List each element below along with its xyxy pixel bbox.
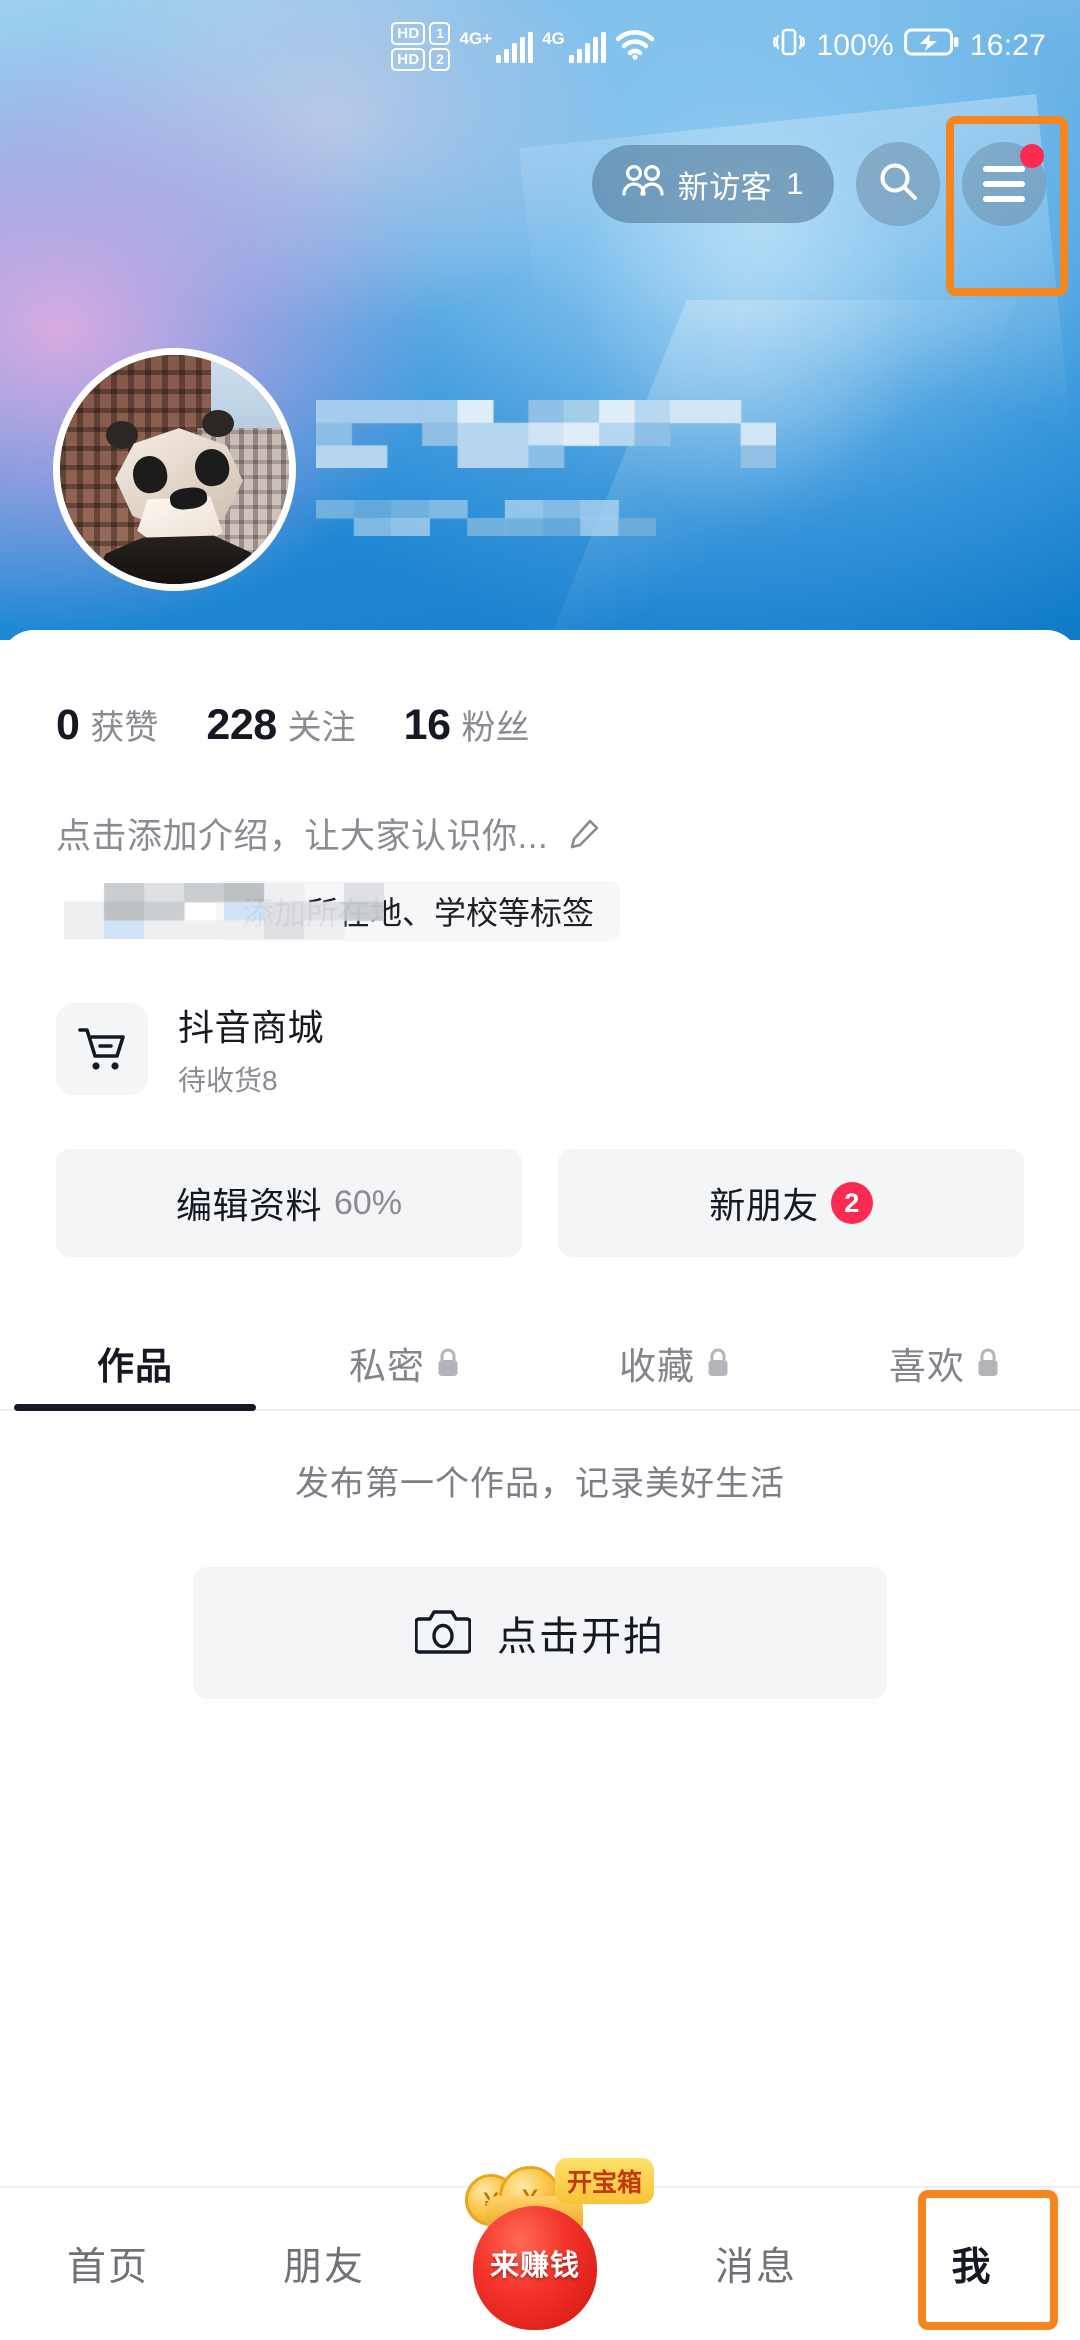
stat-followers[interactable]: 16 粉丝 [404,700,530,750]
battery-charging-icon [904,26,960,66]
new-visitor-count: 1 [786,166,804,202]
stat-followers-label: 粉丝 [462,700,530,749]
profile-top-nav: 新访客 1 [0,124,1080,244]
hd-sim-number-2: 2 [429,48,450,71]
shopping-cart-icon [56,1003,148,1095]
existing-tag-redacted [64,883,384,939]
network-type-1: 4G+ [459,30,492,47]
stat-likes[interactable]: 0 获赞 [56,700,158,750]
bottom-nav: 首页 朋友 ￥ ￥ 来赚钱 开宝箱 消息 我 [0,2186,1080,2340]
bottom-nav-earn-money-label: 来赚钱 [435,2242,635,2284]
status-bar-right: 100% 16:27 [655,25,1080,67]
tag-row: 添加所在地、学校等标签 [56,881,656,943]
visitors-icon [622,163,664,205]
username-redacted [316,400,776,468]
status-bar: HD 1 HD 2 4G+ 4G 100% 16:27 [0,0,1080,92]
mall-subtitle: 待收货8 [178,1059,324,1099]
tab-private-label: 私密 [349,1336,425,1390]
network-type-2: 4G [542,30,565,47]
new-visitor-pill[interactable]: 新访客 1 [592,145,834,223]
hd-sim2: HD 2 [391,48,450,71]
profile-content-card: 0 获赞 228 关注 16 粉丝 点击添加介绍，让大家认识你... 添加所在地… [0,630,1080,2186]
vibrate-icon [772,25,806,67]
hd-sim-number-1: 1 [429,22,450,45]
profile-action-buttons: 编辑资料 60% 新朋友 2 [0,1099,1080,1257]
new-friends-label: 新朋友 [709,1177,819,1229]
tab-likes-label: 喜欢 [889,1336,965,1390]
lock-icon-collection [705,1347,731,1379]
search-button[interactable] [856,142,940,226]
camera-icon [415,1606,471,1661]
tab-works[interactable]: 作品 [0,1315,270,1411]
tab-collection[interactable]: 收藏 [540,1315,810,1411]
pencil-edit-icon [566,816,602,852]
bottom-nav-friends[interactable]: 朋友 [216,2188,432,2340]
avatar-image [60,355,289,584]
signal-sim1: 4G+ [459,30,533,63]
lock-icon-private [435,1347,461,1379]
hd-label-1: HD [391,22,425,45]
edit-profile-percent: 60% [334,1184,402,1223]
douyin-profile-screen: HD 1 HD 2 4G+ 4G 100% 16:27 新访客 1 0 获赞 2… [0,0,1080,2340]
new-friends-button[interactable]: 新朋友 2 [558,1149,1024,1257]
userid-redacted [316,500,656,536]
profile-stats: 0 获赞 228 关注 16 粉丝 [0,630,1080,750]
edit-profile-label: 编辑资料 [176,1177,322,1229]
bottom-nav-home[interactable]: 首页 [0,2188,216,2340]
empty-state-message: 发布第一个作品，记录美好生活 [0,1456,1080,1505]
profile-tabs: 作品 私密 收藏 喜欢 [0,1315,1080,1411]
menu-notification-dot [1020,144,1044,168]
hd-indicators: HD 1 HD 2 [391,22,450,71]
bio-row[interactable]: 点击添加介绍，让大家认识你... [0,750,1080,859]
lock-icon-likes [975,1347,1001,1379]
panda-ear-left [106,421,138,448]
new-visitor-label: 新访客 [678,162,773,207]
mall-title: 抖音商城 [178,999,324,1051]
wifi-icon [615,28,655,65]
bottom-nav-friends-label: 朋友 [283,2236,365,2292]
tab-works-label: 作品 [97,1336,173,1390]
money-pouch-icon: ￥ ￥ 来赚钱 开宝箱 [435,2170,645,2338]
bio-placeholder: 点击添加介绍，让大家认识你... [56,808,548,859]
bottom-nav-home-label: 首页 [67,2236,149,2292]
treasure-box-tag: 开宝箱 [555,2158,654,2204]
hd-label-2: HD [391,48,425,71]
bottom-nav-messages-label: 消息 [715,2236,797,2292]
clock-time: 16:27 [970,29,1046,63]
stat-likes-value: 0 [56,701,79,750]
tab-collection-label: 收藏 [619,1336,695,1390]
hd-sim1: HD 1 [391,22,450,45]
status-bar-center: HD 1 HD 2 4G+ 4G [391,22,655,71]
new-friends-badge: 2 [831,1182,873,1224]
bottom-nav-me-label: 我 [951,2236,992,2292]
stat-following-value: 228 [206,701,276,750]
signal-bars-icon-1 [496,33,533,63]
signal-sim2: 4G [542,30,606,63]
edit-profile-button[interactable]: 编辑资料 60% [56,1149,522,1257]
stat-likes-label: 获赞 [90,700,158,749]
tab-likes[interactable]: 喜欢 [810,1315,1080,1411]
tab-active-underline [14,1404,256,1411]
stat-following[interactable]: 228 关注 [206,700,355,750]
stat-following-label: 关注 [288,700,356,749]
start-shooting-button[interactable]: 点击开拍 [193,1567,887,1699]
signal-bars-icon-2 [569,33,606,63]
start-shooting-label: 点击开拍 [497,1604,665,1662]
battery-percent-label: 100% [816,29,894,63]
stat-followers-value: 16 [404,701,451,750]
tab-private[interactable]: 私密 [270,1315,540,1411]
mall-text-block: 抖音商城 待收货8 [178,999,324,1099]
search-icon [875,159,921,210]
douyin-mall-entry[interactable]: 抖音商城 待收货8 [0,943,1080,1099]
bottom-nav-earn-money[interactable]: ￥ ￥ 来赚钱 开宝箱 [432,2188,648,2340]
hamburger-menu-button[interactable] [962,142,1046,226]
bottom-nav-me[interactable]: 我 [864,2188,1080,2340]
empty-state: 发布第一个作品，记录美好生活 点击开拍 [0,1456,1080,1699]
bottom-nav-messages[interactable]: 消息 [648,2188,864,2340]
hamburger-menu-icon [983,166,1025,202]
avatar[interactable] [53,348,296,591]
